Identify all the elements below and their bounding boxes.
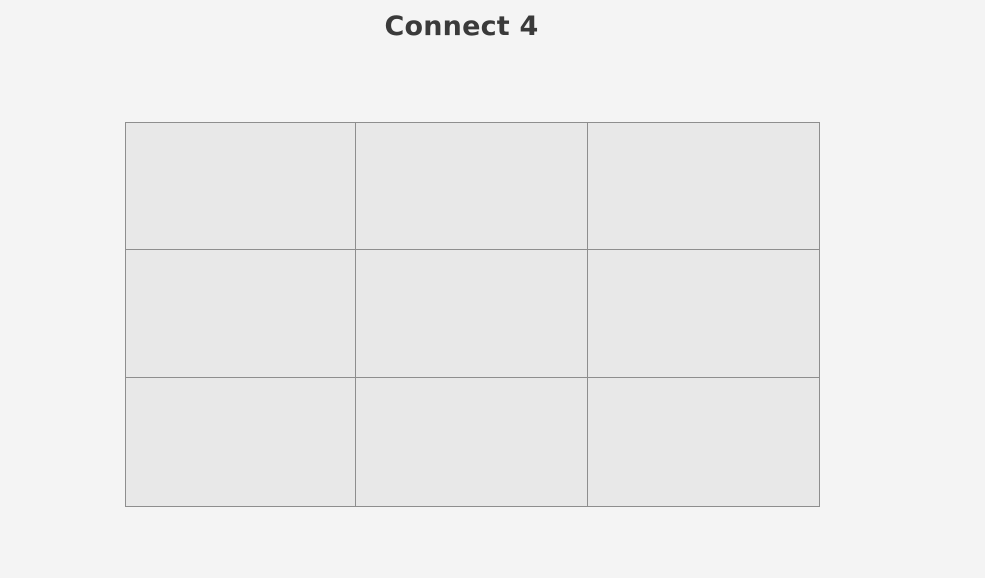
board-cell-r3-c3[interactable] [587,377,820,507]
board-cell-r3-c2[interactable] [355,377,588,507]
board-cell-r3-c1[interactable] [125,377,356,507]
game-board [125,122,820,507]
board-cell-r1-c1[interactable] [125,122,356,250]
board-cell-r2-c3[interactable] [587,249,820,378]
board-cell-r2-c1[interactable] [125,249,356,378]
board-cell-r1-c2[interactable] [355,122,588,250]
board-cell-r2-c2[interactable] [355,249,588,378]
game-title: Connect 4 [384,11,539,42]
board-cell-r1-c3[interactable] [587,122,820,250]
